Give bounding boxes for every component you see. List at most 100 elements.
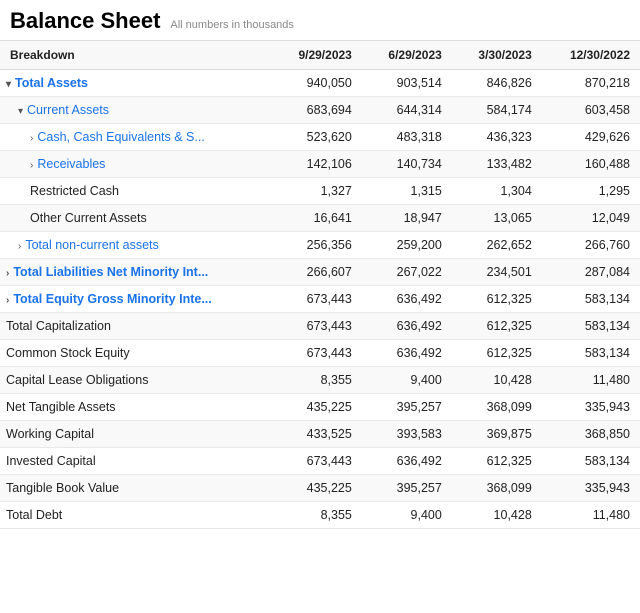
table-row: ▾Current Assets683,694644,314584,174603,… [0,97,640,124]
row-value: 369,875 [452,421,542,448]
row-label: Other Current Assets [0,205,272,232]
row-label-text: Total Capitalization [6,319,111,333]
row-value: 256,356 [272,232,362,259]
table-row: Common Stock Equity 673,443636,492612,325… [0,340,640,367]
row-label[interactable]: ›Total non-current assets [0,232,272,259]
table-row: ▾Total Assets940,050903,514846,826870,21… [0,70,640,97]
row-value: 368,099 [452,394,542,421]
row-value: 583,134 [542,340,640,367]
row-label-text: Net Tangible Assets [6,400,116,414]
row-label-text: Total Debt [6,508,62,522]
row-label-text[interactable]: Total Assets [15,76,88,90]
row-value: 11,480 [542,367,640,394]
row-value: 395,257 [362,475,452,502]
table-row: Invested Capital673,443636,492612,325583… [0,448,640,475]
col-header-q3: 3/30/2023 [452,41,542,70]
row-value: 603,458 [542,97,640,124]
row-value: 393,583 [362,421,452,448]
row-value: 583,134 [542,313,640,340]
row-label: Invested Capital [0,448,272,475]
row-value: 9,400 [362,502,452,529]
table-row: ›Total non-current assets256,356259,2002… [0,232,640,259]
chevron-right-icon: › [30,133,33,144]
row-label-text: Common Stock Equity [6,346,130,360]
row-value: 11,480 [542,502,640,529]
chevron-right-icon: › [6,268,9,279]
row-value: 8,355 [272,367,362,394]
row-label-text: Restricted Cash [30,184,119,198]
row-label-text[interactable]: Total Liabilities Net Minority Int... [13,265,208,279]
chevron-down-icon: ▾ [18,106,23,117]
row-label[interactable]: › Total Equity Gross Minority Inte... [0,286,272,313]
row-label-text[interactable]: Total Equity Gross Minority Inte... [13,292,211,306]
row-value: 16,641 [272,205,362,232]
row-value: 133,482 [452,151,542,178]
row-value: 140,734 [362,151,452,178]
col-header-breakdown: Breakdown [0,41,272,70]
table-row: ›Receivables142,106140,734133,482160,488 [0,151,640,178]
table-header-row: Breakdown 9/29/2023 6/29/2023 3/30/2023 … [0,41,640,70]
chevron-right-icon: › [30,160,33,171]
row-label-text[interactable]: Receivables [37,157,105,171]
row-value: 335,943 [542,475,640,502]
row-value: 636,492 [362,313,452,340]
row-label[interactable]: ▾ Total Assets [0,70,272,97]
row-value: 267,022 [362,259,452,286]
page-header: Balance Sheet All numbers in thousands [0,0,640,40]
table-row: ›Cash, Cash Equivalents & S...523,620483… [0,124,640,151]
row-value: 940,050 [272,70,362,97]
row-value: 12,049 [542,205,640,232]
table-row: Tangible Book Value435,225395,257368,099… [0,475,640,502]
row-value: 584,174 [452,97,542,124]
row-value: 644,314 [362,97,452,124]
table-row: Total Debt8,3559,40010,42811,480 [0,502,640,529]
row-value: 266,607 [272,259,362,286]
row-value: 583,134 [542,448,640,475]
row-value: 673,443 [272,286,362,313]
row-label-text[interactable]: Current Assets [27,103,109,117]
row-value: 673,443 [272,448,362,475]
row-value: 612,325 [452,313,542,340]
row-label: Working Capital [0,421,272,448]
row-label[interactable]: ▾ Current Assets [0,97,272,124]
chevron-down-icon: ▾ [6,79,11,90]
row-value: 435,225 [272,394,362,421]
row-value: 583,134 [542,286,640,313]
row-value: 287,084 [542,259,640,286]
row-label-text: Invested Capital [6,454,96,468]
row-label[interactable]: › Total Liabilities Net Minority Int... [0,259,272,286]
row-value: 870,218 [542,70,640,97]
row-value: 612,325 [452,448,542,475]
row-label: Common Stock Equity [0,340,272,367]
row-value: 903,514 [362,70,452,97]
row-label[interactable]: › Receivables [0,151,272,178]
table-row: Capital Lease Obligations8,3559,40010,42… [0,367,640,394]
row-value: 429,626 [542,124,640,151]
table-row: Working Capital433,525393,583369,875368,… [0,421,640,448]
row-label-text: Tangible Book Value [6,481,119,495]
table-row: Restricted Cash1,3271,3151,3041,295 [0,178,640,205]
row-label-text[interactable]: Cash, Cash Equivalents & S... [37,130,204,144]
row-value: 10,428 [452,367,542,394]
row-value: 612,325 [452,286,542,313]
row-value: 1,315 [362,178,452,205]
chevron-right-icon: › [6,295,9,306]
row-value: 433,525 [272,421,362,448]
row-value: 262,652 [452,232,542,259]
row-value: 673,443 [272,340,362,367]
row-value: 523,620 [272,124,362,151]
col-header-q2: 6/29/2023 [362,41,452,70]
row-value: 18,947 [362,205,452,232]
row-label-text: Other Current Assets [30,211,147,225]
row-label-text[interactable]: Total non-current assets [25,238,158,252]
row-value: 13,065 [452,205,542,232]
row-value: 234,501 [452,259,542,286]
row-label[interactable]: › Cash, Cash Equivalents & S... [0,124,272,151]
row-value: 612,325 [452,340,542,367]
row-value: 395,257 [362,394,452,421]
row-label: Capital Lease Obligations [0,367,272,394]
row-label-text: Capital Lease Obligations [6,373,148,387]
table-row: › Total Liabilities Net Minority Int... 26… [0,259,640,286]
row-label: Net Tangible Assets [0,394,272,421]
row-value: 636,492 [362,340,452,367]
